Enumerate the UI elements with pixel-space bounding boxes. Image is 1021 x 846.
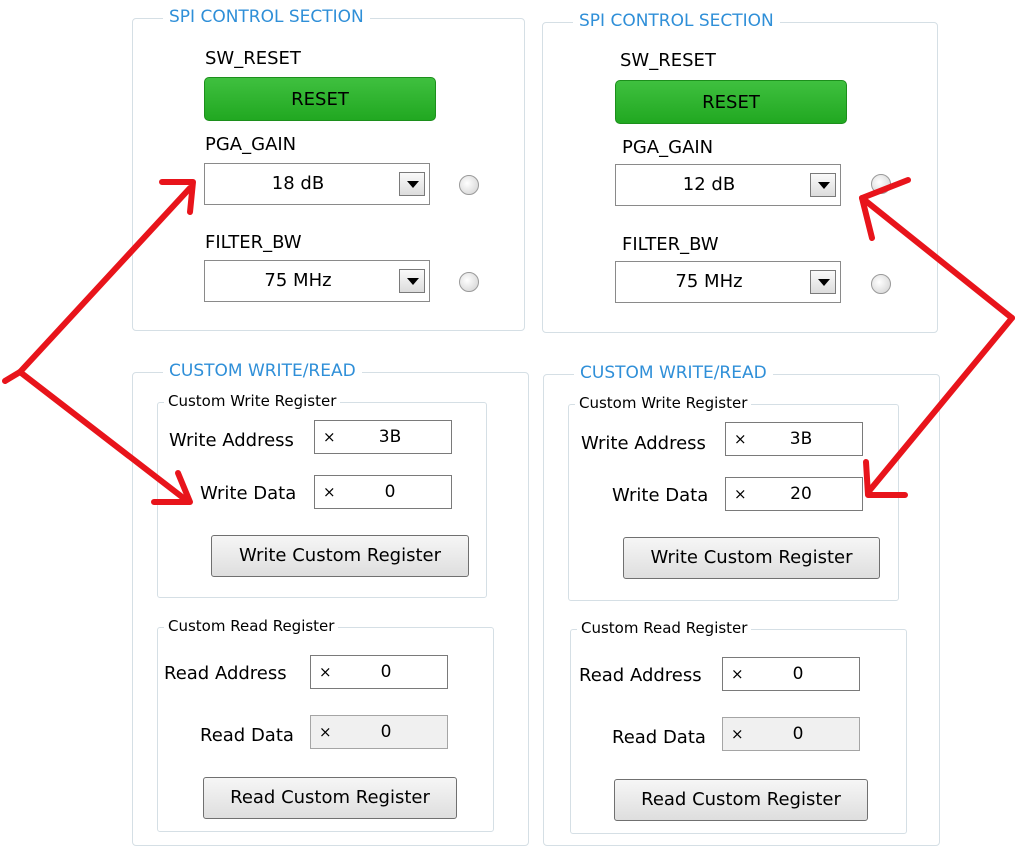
pga-gain-label: PGA_GAIN: [622, 137, 714, 158]
read-address-value: 0: [380, 662, 392, 682]
read-data-output: × 0: [310, 715, 448, 749]
sw-reset-label: SW_RESET: [205, 48, 301, 69]
filter-bw-radio[interactable]: [459, 272, 479, 292]
read-custom-register-button[interactable]: Read Custom Register: [614, 779, 868, 821]
pga-gain-value: 18 dB: [271, 173, 325, 194]
filter-bw-radio[interactable]: [871, 274, 891, 294]
hex-prefix: ×: [323, 428, 336, 446]
chevron-down-icon[interactable]: [399, 269, 425, 293]
pga-gain-radio[interactable]: [871, 174, 891, 194]
write-address-value: 3B: [378, 427, 402, 447]
read-data-label: Read Data: [612, 727, 706, 748]
chevron-down-icon[interactable]: [810, 270, 836, 294]
chevron-down-icon[interactable]: [810, 173, 836, 197]
filter-bw-select[interactable]: 75 MHz: [204, 260, 430, 302]
pga-gain-select[interactable]: 18 dB: [204, 163, 430, 205]
read-custom-register-button[interactable]: Read Custom Register: [203, 777, 457, 819]
left-arrow-tail-tick: [2, 369, 23, 384]
filter-bw-label: FILTER_BW: [622, 234, 719, 255]
write-data-value: 20: [790, 484, 812, 504]
custom-read-register-title: Custom Read Register: [577, 619, 752, 637]
custom-write-read-title: CUSTOM WRITE/READ: [163, 361, 362, 381]
spi-control-section-title: SPI CONTROL SECTION: [573, 11, 780, 31]
write-data-label: Write Data: [200, 483, 297, 504]
write-data-input[interactable]: × 0: [314, 475, 452, 509]
write-address-input[interactable]: × 3B: [725, 422, 863, 456]
filter-bw-select[interactable]: 75 MHz: [615, 261, 841, 303]
write-address-input[interactable]: × 3B: [314, 420, 452, 454]
hex-prefix: ×: [734, 430, 747, 448]
read-data-value: 0: [792, 724, 804, 744]
chevron-down-icon[interactable]: [399, 172, 425, 196]
hex-prefix: ×: [319, 723, 332, 741]
hex-prefix: ×: [734, 485, 747, 503]
custom-write-read-title: CUSTOM WRITE/READ: [574, 363, 773, 383]
read-address-input[interactable]: × 0: [722, 657, 860, 691]
write-address-label: Write Address: [581, 433, 706, 454]
write-data-label: Write Data: [612, 485, 709, 506]
hex-prefix: ×: [323, 483, 336, 501]
write-address-label: Write Address: [169, 430, 294, 451]
read-address-label: Read Address: [579, 665, 702, 686]
reset-button[interactable]: RESET: [204, 77, 436, 121]
custom-write-register-title: Custom Write Register: [164, 392, 341, 410]
read-address-label: Read Address: [164, 663, 287, 684]
spi-control-section-title: SPI CONTROL SECTION: [163, 7, 370, 27]
write-custom-register-button[interactable]: Write Custom Register: [623, 537, 880, 579]
filter-bw-value: 75 MHz: [264, 270, 332, 291]
hex-prefix: ×: [731, 725, 744, 743]
filter-bw-value: 75 MHz: [675, 271, 743, 292]
read-data-label: Read Data: [200, 725, 294, 746]
read-data-output: × 0: [722, 717, 860, 751]
read-data-value: 0: [380, 722, 392, 742]
custom-read-register-title: Custom Read Register: [164, 617, 339, 635]
hex-prefix: ×: [319, 663, 332, 681]
pga-gain-label: PGA_GAIN: [205, 134, 297, 155]
write-custom-register-button[interactable]: Write Custom Register: [211, 535, 469, 577]
read-address-input[interactable]: × 0: [310, 655, 448, 689]
write-data-value: 0: [384, 482, 396, 502]
write-address-value: 3B: [789, 429, 813, 449]
sw-reset-label: SW_RESET: [620, 50, 716, 71]
pga-gain-radio[interactable]: [459, 175, 479, 195]
write-data-input[interactable]: × 20: [725, 477, 863, 511]
read-address-value: 0: [792, 664, 804, 684]
reset-button[interactable]: RESET: [615, 80, 847, 124]
pga-gain-select[interactable]: 12 dB: [615, 164, 841, 206]
hex-prefix: ×: [731, 665, 744, 683]
pga-gain-value: 12 dB: [682, 174, 736, 195]
custom-write-register-title: Custom Write Register: [575, 394, 752, 412]
filter-bw-label: FILTER_BW: [205, 232, 302, 253]
